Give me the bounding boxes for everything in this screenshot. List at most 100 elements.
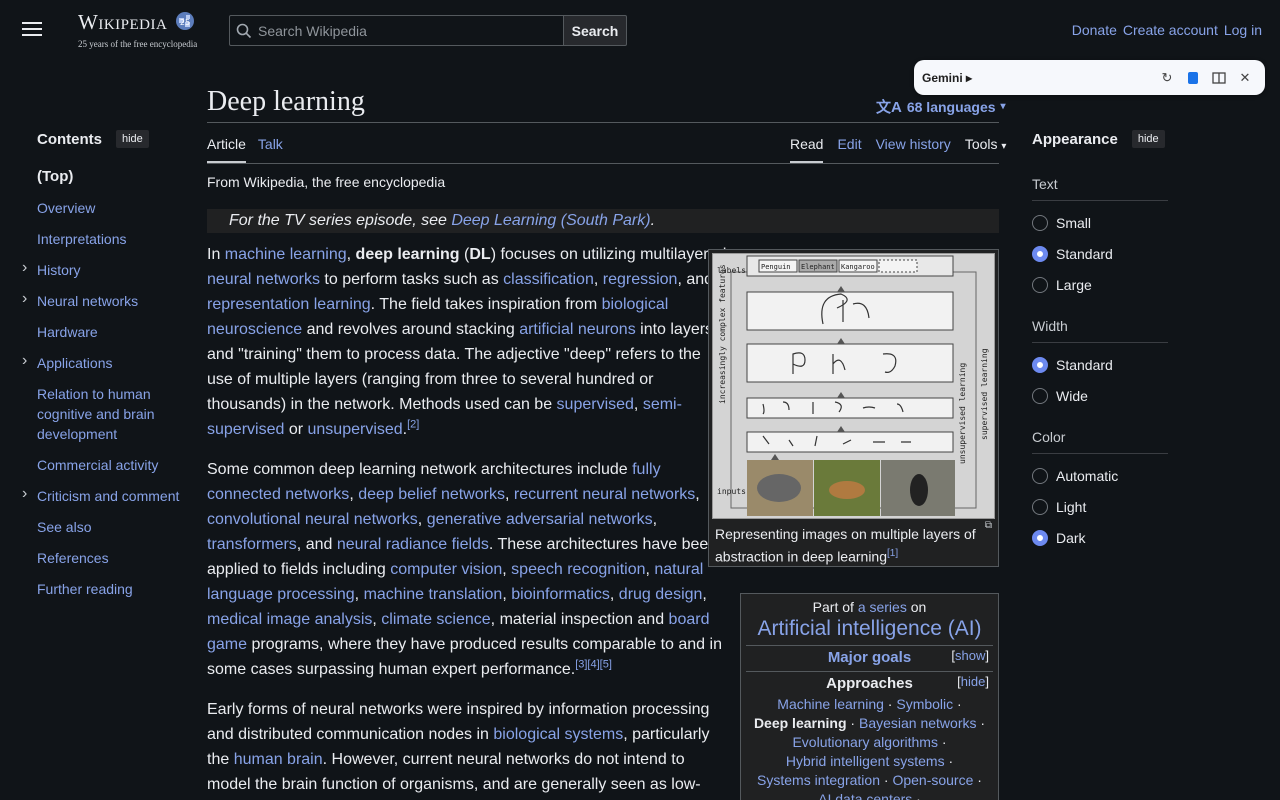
tab-edit[interactable]: Edit: [837, 136, 861, 163]
link-medical-image[interactable]: medical image analysis: [207, 611, 372, 628]
toc-item-label[interactable]: Commercial activity: [37, 457, 158, 473]
toc-item-label[interactable]: History: [37, 262, 81, 278]
major-goals-heading[interactable]: Major goals: [828, 649, 911, 666]
enlarge-icon[interactable]: ⧉: [985, 520, 992, 531]
series-link[interactable]: a series: [858, 599, 907, 615]
tab-article[interactable]: Article: [207, 136, 246, 163]
citation-1[interactable]: [1]: [887, 548, 898, 559]
toc-item[interactable]: › Applications: [22, 352, 182, 373]
toc-item[interactable]: › History: [22, 259, 182, 280]
toc-item-label[interactable]: Hardware: [37, 324, 98, 340]
link-biological-systems[interactable]: biological systems: [493, 726, 623, 743]
chevron-right-icon[interactable]: ›: [22, 258, 27, 278]
refresh-icon[interactable]: ↻: [1155, 66, 1179, 90]
link-machine-learning[interactable]: machine learning: [225, 246, 347, 263]
toc-item[interactable]: Commercial activity: [37, 455, 182, 475]
link-deep-belief[interactable]: deep belief networks: [358, 486, 505, 503]
radio-button[interactable]: [1032, 468, 1048, 484]
link-classification[interactable]: classification: [503, 271, 594, 288]
appearance-option[interactable]: Dark: [1032, 529, 1168, 547]
appearance-option[interactable]: Small: [1032, 214, 1168, 232]
tab-view-history[interactable]: View history: [876, 136, 951, 163]
link-convolutional[interactable]: convolutional neural networks: [207, 511, 418, 528]
chevron-right-icon[interactable]: ›: [22, 484, 27, 504]
radio-button[interactable]: [1032, 357, 1048, 373]
link-gan[interactable]: generative adversarial networks: [427, 511, 653, 528]
toc-item[interactable]: Relation to human cognitive and brain de…: [37, 384, 182, 444]
show-toggle[interactable]: [show]: [951, 648, 989, 663]
languages-button[interactable]: 文A 68 languages ▾: [876, 96, 1006, 117]
radio-button[interactable]: [1032, 215, 1048, 231]
close-icon[interactable]: ✕: [1233, 66, 1257, 90]
toc-item-label[interactable]: References: [37, 550, 109, 566]
chevron-right-icon[interactable]: ›: [22, 351, 27, 371]
radio-button[interactable]: [1032, 246, 1048, 262]
approach-link[interactable]: Deep learning: [754, 715, 847, 731]
toc-item[interactable]: › Criticism and comment: [22, 485, 182, 506]
appearance-option[interactable]: Standard: [1032, 356, 1168, 374]
link-nerf[interactable]: neural radiance fields: [337, 536, 489, 553]
toc-item-label[interactable]: Criticism and comment: [37, 488, 179, 504]
appearance-option[interactable]: Light: [1032, 498, 1168, 516]
approach-link[interactable]: Systems integration: [757, 772, 880, 788]
approach-link[interactable]: Bayesian networks: [859, 715, 977, 731]
toc-item-label[interactable]: Overview: [37, 200, 95, 216]
link-neural-networks[interactable]: neural networks: [207, 271, 320, 288]
toc-item-label[interactable]: Applications: [37, 355, 113, 371]
approach-link[interactable]: Hybrid intelligent systems: [786, 753, 945, 769]
link-speech-recognition[interactable]: speech recognition: [511, 561, 645, 578]
toc-item[interactable]: References: [37, 548, 182, 568]
link-bioinformatics[interactable]: bioinformatics: [511, 586, 610, 603]
toc-item[interactable]: Overview: [37, 198, 182, 218]
radio-button[interactable]: [1032, 277, 1048, 293]
link-transformers[interactable]: transformers: [207, 536, 297, 553]
approach-link[interactable]: Evolutionary algorithms: [792, 734, 938, 750]
approach-link[interactable]: AI data centers: [818, 791, 912, 800]
wikipedia-logo[interactable]: Wikipedia 25 years of the free encyclope…: [78, 10, 198, 49]
main-menu-icon[interactable]: [22, 22, 42, 38]
bookmark-icon[interactable]: [1181, 66, 1205, 90]
search-button[interactable]: Search: [563, 15, 627, 46]
toc-item[interactable]: › Neural networks: [22, 290, 182, 311]
toc-item-label[interactable]: Neural networks: [37, 293, 138, 309]
citation-3[interactable]: [3]: [575, 659, 587, 671]
chevron-right-icon[interactable]: ›: [22, 289, 27, 309]
citation-4[interactable]: [4]: [587, 659, 599, 671]
infobox-title[interactable]: Artificial intelligence (AI): [746, 617, 993, 641]
link-climate-science[interactable]: climate science: [381, 611, 490, 628]
link-recurrent[interactable]: recurrent neural networks: [514, 486, 695, 503]
hatnote-link[interactable]: Deep Learning (South Park): [451, 212, 650, 229]
toc-item-label[interactable]: Relation to human cognitive and brain de…: [37, 386, 155, 442]
create-account-link[interactable]: Create account: [1123, 22, 1218, 38]
link-artificial-neurons[interactable]: artificial neurons: [519, 321, 636, 338]
radio-button[interactable]: [1032, 388, 1048, 404]
toc-item-label[interactable]: See also: [37, 519, 91, 535]
hide-toggle[interactable]: [hide]: [957, 674, 989, 689]
deep-learning-diagram[interactable]: labels Penguin Elephant Kangaroo inputs: [712, 253, 995, 519]
split-view-icon[interactable]: [1207, 66, 1231, 90]
toc-item[interactable]: Hardware: [37, 322, 182, 342]
citation-5[interactable]: [5]: [600, 659, 612, 671]
link-unsupervised[interactable]: unsupervised: [308, 421, 403, 438]
link-drug-design[interactable]: drug design: [619, 586, 703, 603]
link-supervised[interactable]: supervised: [557, 396, 634, 413]
toc-item[interactable]: Further reading: [37, 579, 182, 599]
appearance-option[interactable]: Automatic: [1032, 467, 1168, 485]
toc-hide-button[interactable]: hide: [116, 130, 149, 148]
log-in-link[interactable]: Log in: [1224, 22, 1262, 38]
tab-tools[interactable]: Tools ▾: [965, 136, 1007, 163]
search-input[interactable]: [258, 22, 548, 39]
toc-item[interactable]: See also: [37, 517, 182, 537]
toc-item-label[interactable]: (Top): [37, 168, 73, 185]
toc-item[interactable]: (Top): [37, 166, 182, 187]
link-computer-vision[interactable]: computer vision: [390, 561, 502, 578]
toc-item[interactable]: Interpretations: [37, 229, 182, 249]
hide-link[interactable]: hide: [961, 674, 986, 689]
appearance-option[interactable]: Wide: [1032, 387, 1168, 405]
gemini-title[interactable]: Gemini ▸: [922, 71, 1153, 85]
tab-read[interactable]: Read: [790, 136, 824, 163]
link-machine-translation[interactable]: machine translation: [364, 586, 503, 603]
show-link[interactable]: show: [955, 648, 985, 663]
radio-button[interactable]: [1032, 530, 1048, 546]
toc-item-label[interactable]: Interpretations: [37, 231, 127, 247]
